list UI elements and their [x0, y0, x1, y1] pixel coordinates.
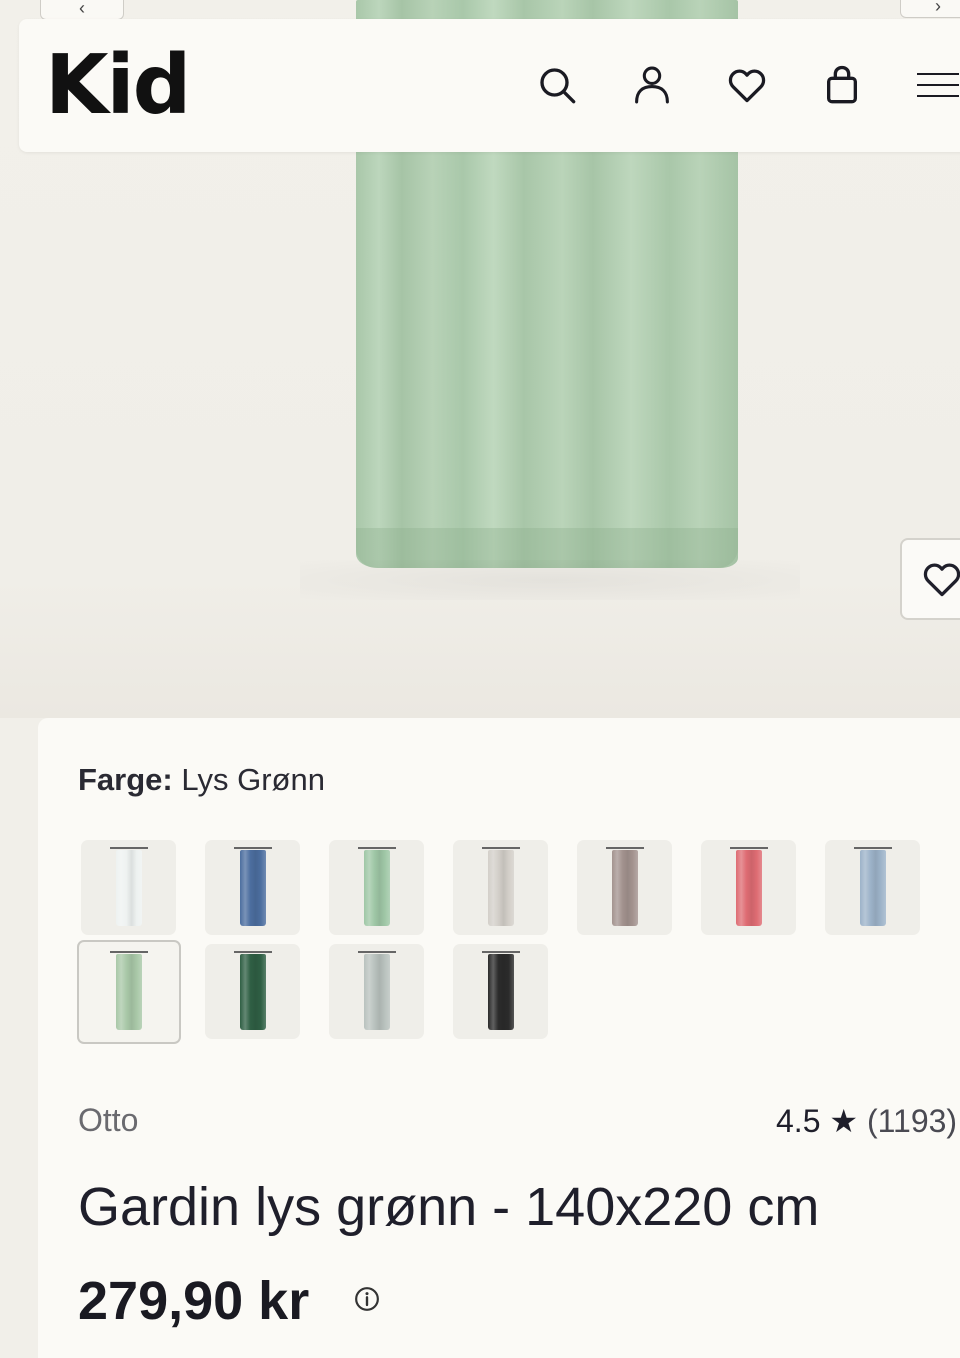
- color-swatch[interactable]: [453, 840, 548, 935]
- swatch-curtain-thumbnail: [729, 846, 768, 926]
- swatch-curtain-thumbnail: [357, 950, 396, 1030]
- swatch-curtain-thumbnail: [233, 950, 272, 1030]
- site-header: Kid: [19, 19, 960, 152]
- curtain-rod: [110, 951, 148, 953]
- color-swatch[interactable]: [577, 840, 672, 935]
- swatch-curtain-thumbnail: [233, 846, 272, 926]
- color-swatch[interactable]: [453, 944, 548, 1039]
- swatch-curtain-thumbnail: [481, 950, 520, 1030]
- color-swatch[interactable]: [825, 840, 920, 935]
- price-info-button[interactable]: [354, 1286, 380, 1312]
- user-icon: [635, 66, 669, 104]
- color-swatch[interactable]: [77, 940, 181, 1044]
- selected-color-name: Lys Grønn: [181, 762, 325, 797]
- info-icon: [355, 1287, 379, 1311]
- color-swatch[interactable]: [205, 840, 300, 935]
- swatch-curtain-thumbnail: [110, 951, 148, 1030]
- curtain-rod: [481, 950, 520, 953]
- product-rating[interactable]: 4.5 ★ (1193): [776, 1102, 957, 1140]
- chevron-left-icon: ‹: [79, 0, 85, 18]
- color-swatch[interactable]: [701, 840, 796, 935]
- color-swatch[interactable]: [81, 840, 176, 935]
- gallery-prev-button[interactable]: ‹: [40, 0, 124, 20]
- curtain-rod: [357, 846, 396, 849]
- color-selector-label: Farge: Lys Grønn: [78, 762, 325, 798]
- product-price: 279,90 kr: [78, 1271, 310, 1331]
- gallery-next-button[interactable]: ›: [900, 0, 960, 18]
- menu-button[interactable]: [915, 63, 959, 107]
- curtain-rod: [481, 846, 520, 849]
- review-count: (1193): [866, 1103, 958, 1139]
- curtain-rod: [605, 846, 644, 849]
- chevron-right-icon: ›: [935, 0, 941, 16]
- swatch-curtain-thumbnail: [605, 846, 644, 926]
- bag-icon: [827, 65, 857, 104]
- search-icon: [540, 68, 576, 104]
- color-swatch[interactable]: [205, 944, 300, 1039]
- swatch-curtain-thumbnail: [853, 846, 892, 926]
- color-swatch[interactable]: [329, 840, 424, 935]
- curtain-rod: [853, 846, 892, 849]
- product-info-panel: Farge: Lys Grønn Otto 4.5 ★ (1193) Gardi…: [38, 718, 960, 1358]
- rating-value: 4.5: [776, 1103, 821, 1139]
- site-logo[interactable]: Kid: [45, 41, 191, 131]
- account-button[interactable]: [630, 63, 674, 107]
- wishlist-button[interactable]: [725, 63, 769, 107]
- curtain-rod: [357, 950, 396, 953]
- search-button[interactable]: [535, 63, 579, 107]
- star-icon: ★: [829, 1103, 859, 1139]
- color-swatch[interactable]: [329, 944, 424, 1039]
- color-label: Farge:: [78, 762, 173, 797]
- add-to-wishlist-button[interactable]: [900, 538, 960, 620]
- curtain-rod: [233, 846, 272, 849]
- curtain-rod: [109, 846, 148, 849]
- heart-icon: [728, 69, 766, 103]
- swatch-curtain-thumbnail: [357, 846, 396, 926]
- product-brand[interactable]: Otto: [78, 1102, 138, 1139]
- curtain-rod: [233, 950, 272, 953]
- curtain-shadow: [300, 560, 800, 600]
- heart-icon: [923, 563, 960, 597]
- swatch-curtain-thumbnail: [109, 846, 148, 926]
- swatch-curtain-thumbnail: [481, 846, 520, 926]
- product-title: Gardin lys grønn - 140x220 cm: [78, 1177, 820, 1237]
- cart-button[interactable]: [820, 63, 864, 107]
- menu-icon: [917, 73, 959, 97]
- curtain-rod: [729, 846, 768, 849]
